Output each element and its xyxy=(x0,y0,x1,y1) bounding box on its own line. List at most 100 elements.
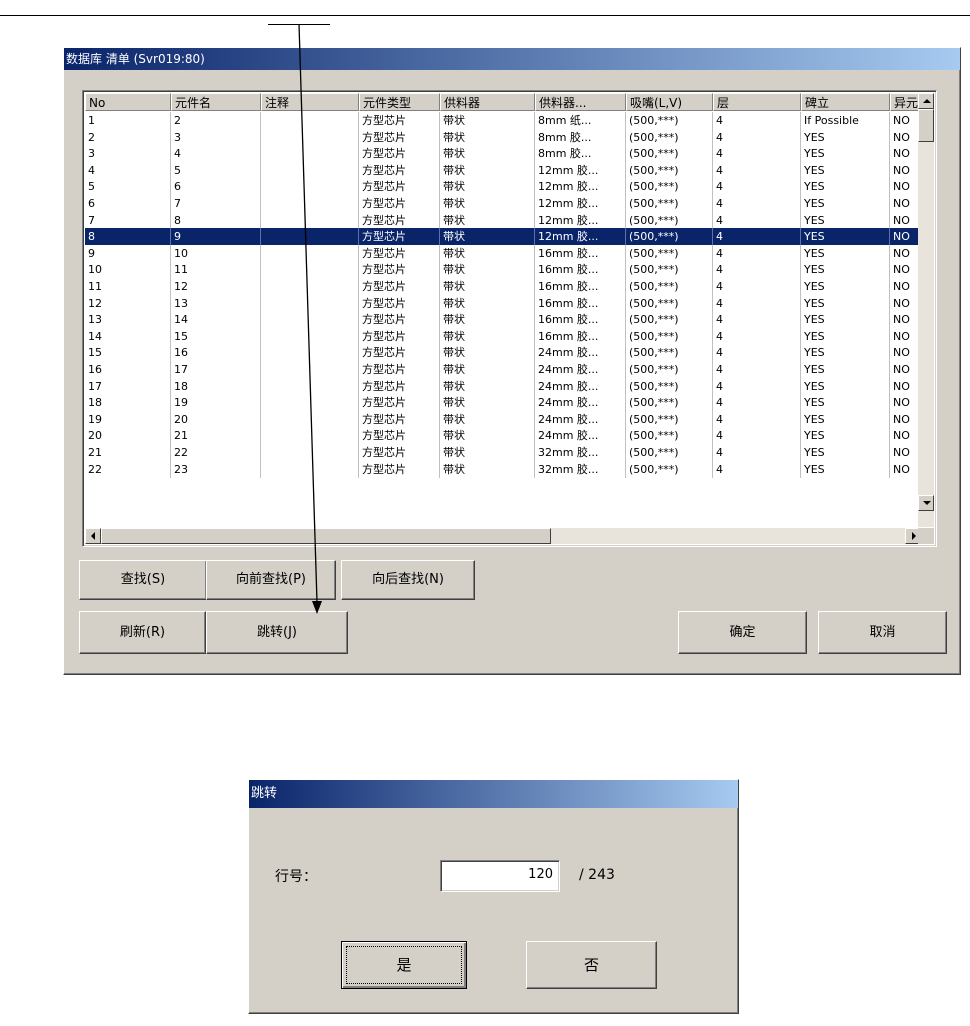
table-row[interactable]: 9 10 方型芯片 带状 16mm 胶... (500,***) 4 YES NO xyxy=(85,244,921,262)
find-previous-label: 向前查找(P) xyxy=(236,572,306,587)
table-row[interactable]: 20 21 方型芯片 带状 24mm 胶... (500,***) 4 YES NO xyxy=(85,427,921,445)
column-header[interactable]: 异元 xyxy=(890,93,921,111)
table-cell xyxy=(261,178,359,196)
scroll-left-button[interactable] xyxy=(85,528,101,544)
find-button[interactable]: 查找(S) xyxy=(79,560,207,600)
column-header[interactable]: 注释 xyxy=(261,93,359,111)
table-cell: 2 xyxy=(85,128,171,146)
table-cell: 带状 xyxy=(440,377,535,395)
table-cell: 18 xyxy=(171,377,261,395)
table-cell: 24mm 胶... xyxy=(535,394,626,412)
table-row[interactable]: 5 6 方型芯片 带状 12mm 胶... (500,***) 4 YES NO xyxy=(85,178,921,196)
table-cell: NO xyxy=(890,311,921,328)
refresh-button[interactable]: 刷新(R) xyxy=(79,611,206,654)
horizontal-scroll-thumb[interactable] xyxy=(101,528,551,544)
table-cell: 4 xyxy=(713,427,801,445)
table-cell: NO xyxy=(890,145,921,162)
table-row[interactable]: 15 16 方型芯片 带状 24mm 胶... (500,***) 4 YES NO xyxy=(85,344,921,362)
table-cell: 5 xyxy=(171,161,261,179)
table-row[interactable]: 1 2 方型芯片 带状 8mm 纸... (500,***) 4 If Possible NO xyxy=(85,112,921,129)
table-cell: 14 xyxy=(85,327,171,345)
table-row[interactable]: 18 19 方型芯片 带状 24mm 胶... (500,***) 4 YES NO xyxy=(85,394,921,412)
table-row[interactable]: 16 17 方型芯片 带状 24mm 胶... (500,***) 4 YES NO xyxy=(85,361,921,378)
table-row[interactable]: 17 18 方型芯片 带状 24mm 胶... (500,***) 4 YES NO xyxy=(85,377,921,395)
table-cell: 带状 xyxy=(440,228,535,246)
table-cell: YES xyxy=(801,161,890,179)
table-cell: 3 xyxy=(85,145,171,163)
ok-button[interactable]: 确定 xyxy=(678,611,807,654)
yes-button-label: 是 xyxy=(396,956,412,974)
table-row[interactable]: 22 23 方型芯片 带状 32mm 胶... (500,***) 4 YES NO xyxy=(85,460,921,478)
table-row[interactable]: 14 15 方型芯片 带状 16mm 胶... (500,***) 4 YES NO xyxy=(85,327,921,345)
column-header[interactable]: 层 xyxy=(713,93,801,111)
jump-dialog: 跳转 行号： 120 / 243 是 否 xyxy=(248,779,739,1014)
table-row[interactable]: 11 12 方型芯片 带状 16mm 胶... (500,***) 4 YES NO xyxy=(85,278,921,295)
table-cell: 带状 xyxy=(440,145,535,163)
arrow-left-icon xyxy=(91,532,95,540)
table-cell: NO xyxy=(890,394,921,411)
table-cell: 方型芯片 xyxy=(359,327,440,345)
table-cell: NO xyxy=(890,461,921,478)
row-number-input[interactable]: 120 xyxy=(440,860,560,892)
table-cell xyxy=(261,128,359,146)
jump-dialog-title: 跳转 xyxy=(249,780,738,808)
table-row[interactable]: 19 20 方型芯片 带状 24mm 胶... (500,***) 4 YES NO xyxy=(85,410,921,428)
table-cell xyxy=(261,112,359,129)
column-header[interactable]: 碑立 xyxy=(801,93,890,111)
table-cell xyxy=(261,195,359,212)
table-cell xyxy=(261,161,359,179)
jump-button[interactable]: 跳转(J) xyxy=(206,611,348,654)
scroll-up-button[interactable] xyxy=(918,93,934,109)
table-cell: 8mm 胶... xyxy=(535,145,626,163)
component-list-view[interactable]: No 元件名 注释 元件类型 供料器 供料器... 吸嘴(L,V) 层碑立 异元 1 2 方型芯片带… xyxy=(82,90,937,547)
table-cell: YES xyxy=(801,145,890,163)
scroll-down-button[interactable] xyxy=(918,495,934,511)
table-cell: 4 xyxy=(713,410,801,428)
column-header[interactable]: 元件类型 xyxy=(359,93,440,111)
table-cell: 方型芯片 xyxy=(359,410,440,428)
column-header[interactable]: 供料器... xyxy=(535,93,626,111)
table-cell: 2 xyxy=(171,112,261,129)
table-row[interactable]: 13 14 方型芯片 带状 16mm 胶... (500,***) 4 YES NO xyxy=(85,311,921,329)
table-row[interactable]: 4 5 方型芯片 带状 12mm 胶... (500,***) 4 YES NO xyxy=(85,161,921,179)
column-header[interactable]: 供料器 xyxy=(440,93,535,111)
table-cell: (500,***) xyxy=(626,128,713,146)
table-row[interactable]: 10 11 方型芯片 带状 16mm 胶... (500,***) 4 YES NO xyxy=(85,261,921,279)
table-cell: If Possible xyxy=(801,112,890,129)
table-row[interactable]: 12 13 方型芯片 带状 16mm 胶... (500,***) 4 YES NO xyxy=(85,294,921,312)
find-previous-button[interactable]: 向前查找(P) xyxy=(206,560,336,600)
table-cell: 方型芯片 xyxy=(359,460,440,478)
list-grid: No 元件名 注释 元件类型 供料器 供料器... 吸嘴(L,V) 层碑立 异元 1 2 方型芯片带… xyxy=(85,93,921,527)
table-row[interactable]: 6 7 方型芯片 带状 12mm 胶... (500,***) 4 YES NO xyxy=(85,195,921,212)
column-header[interactable]: No xyxy=(85,93,171,111)
table-cell xyxy=(261,344,359,362)
find-next-label: 向后查找(N) xyxy=(372,572,444,587)
table-row[interactable]: 7 8 方型芯片 带状 12mm 胶... (500,***) 4 YES NO xyxy=(85,211,921,229)
table-cell: NO xyxy=(890,427,921,444)
table-row[interactable]: 3 4 方型芯片 带状 8mm 胶... (500,***) 4 YES NO xyxy=(85,145,921,163)
horizontal-scrollbar[interactable] xyxy=(85,528,921,544)
yes-button[interactable]: 是 xyxy=(341,941,467,989)
table-cell: YES xyxy=(801,410,890,428)
vertical-scroll-thumb[interactable] xyxy=(918,109,934,142)
table-cell: 4 xyxy=(713,394,801,412)
column-header[interactable]: 元件名 xyxy=(171,93,261,111)
table-row[interactable]: 8 9 方型芯片 带状 12mm 胶... (500,***) 4 YES NO xyxy=(85,228,921,246)
table-cell: (500,***) xyxy=(626,427,713,445)
find-next-button[interactable]: 向后查找(N) xyxy=(341,560,475,600)
column-header[interactable]: 吸嘴(L,V) xyxy=(626,93,713,111)
jump-button-label: 跳转(J) xyxy=(257,625,297,640)
cancel-button[interactable]: 取消 xyxy=(818,611,947,654)
table-row[interactable]: 21 22 方型芯片 带状 32mm 胶... (500,***) 4 YES NO xyxy=(85,444,921,461)
table-cell: 8mm 纸... xyxy=(535,112,626,129)
vertical-scrollbar[interactable] xyxy=(918,93,934,527)
no-button[interactable]: 否 xyxy=(526,941,657,989)
table-row[interactable]: 2 3 方型芯片 带状 8mm 胶... (500,***) 4 YES NO xyxy=(85,128,921,146)
table-cell: NO xyxy=(890,278,921,295)
table-cell: 9 xyxy=(171,228,261,246)
table-cell: 17 xyxy=(171,361,261,378)
table-cell: 13 xyxy=(171,294,261,312)
table-cell: 带状 xyxy=(440,211,535,229)
table-cell: 18 xyxy=(85,394,171,412)
table-cell xyxy=(261,361,359,378)
